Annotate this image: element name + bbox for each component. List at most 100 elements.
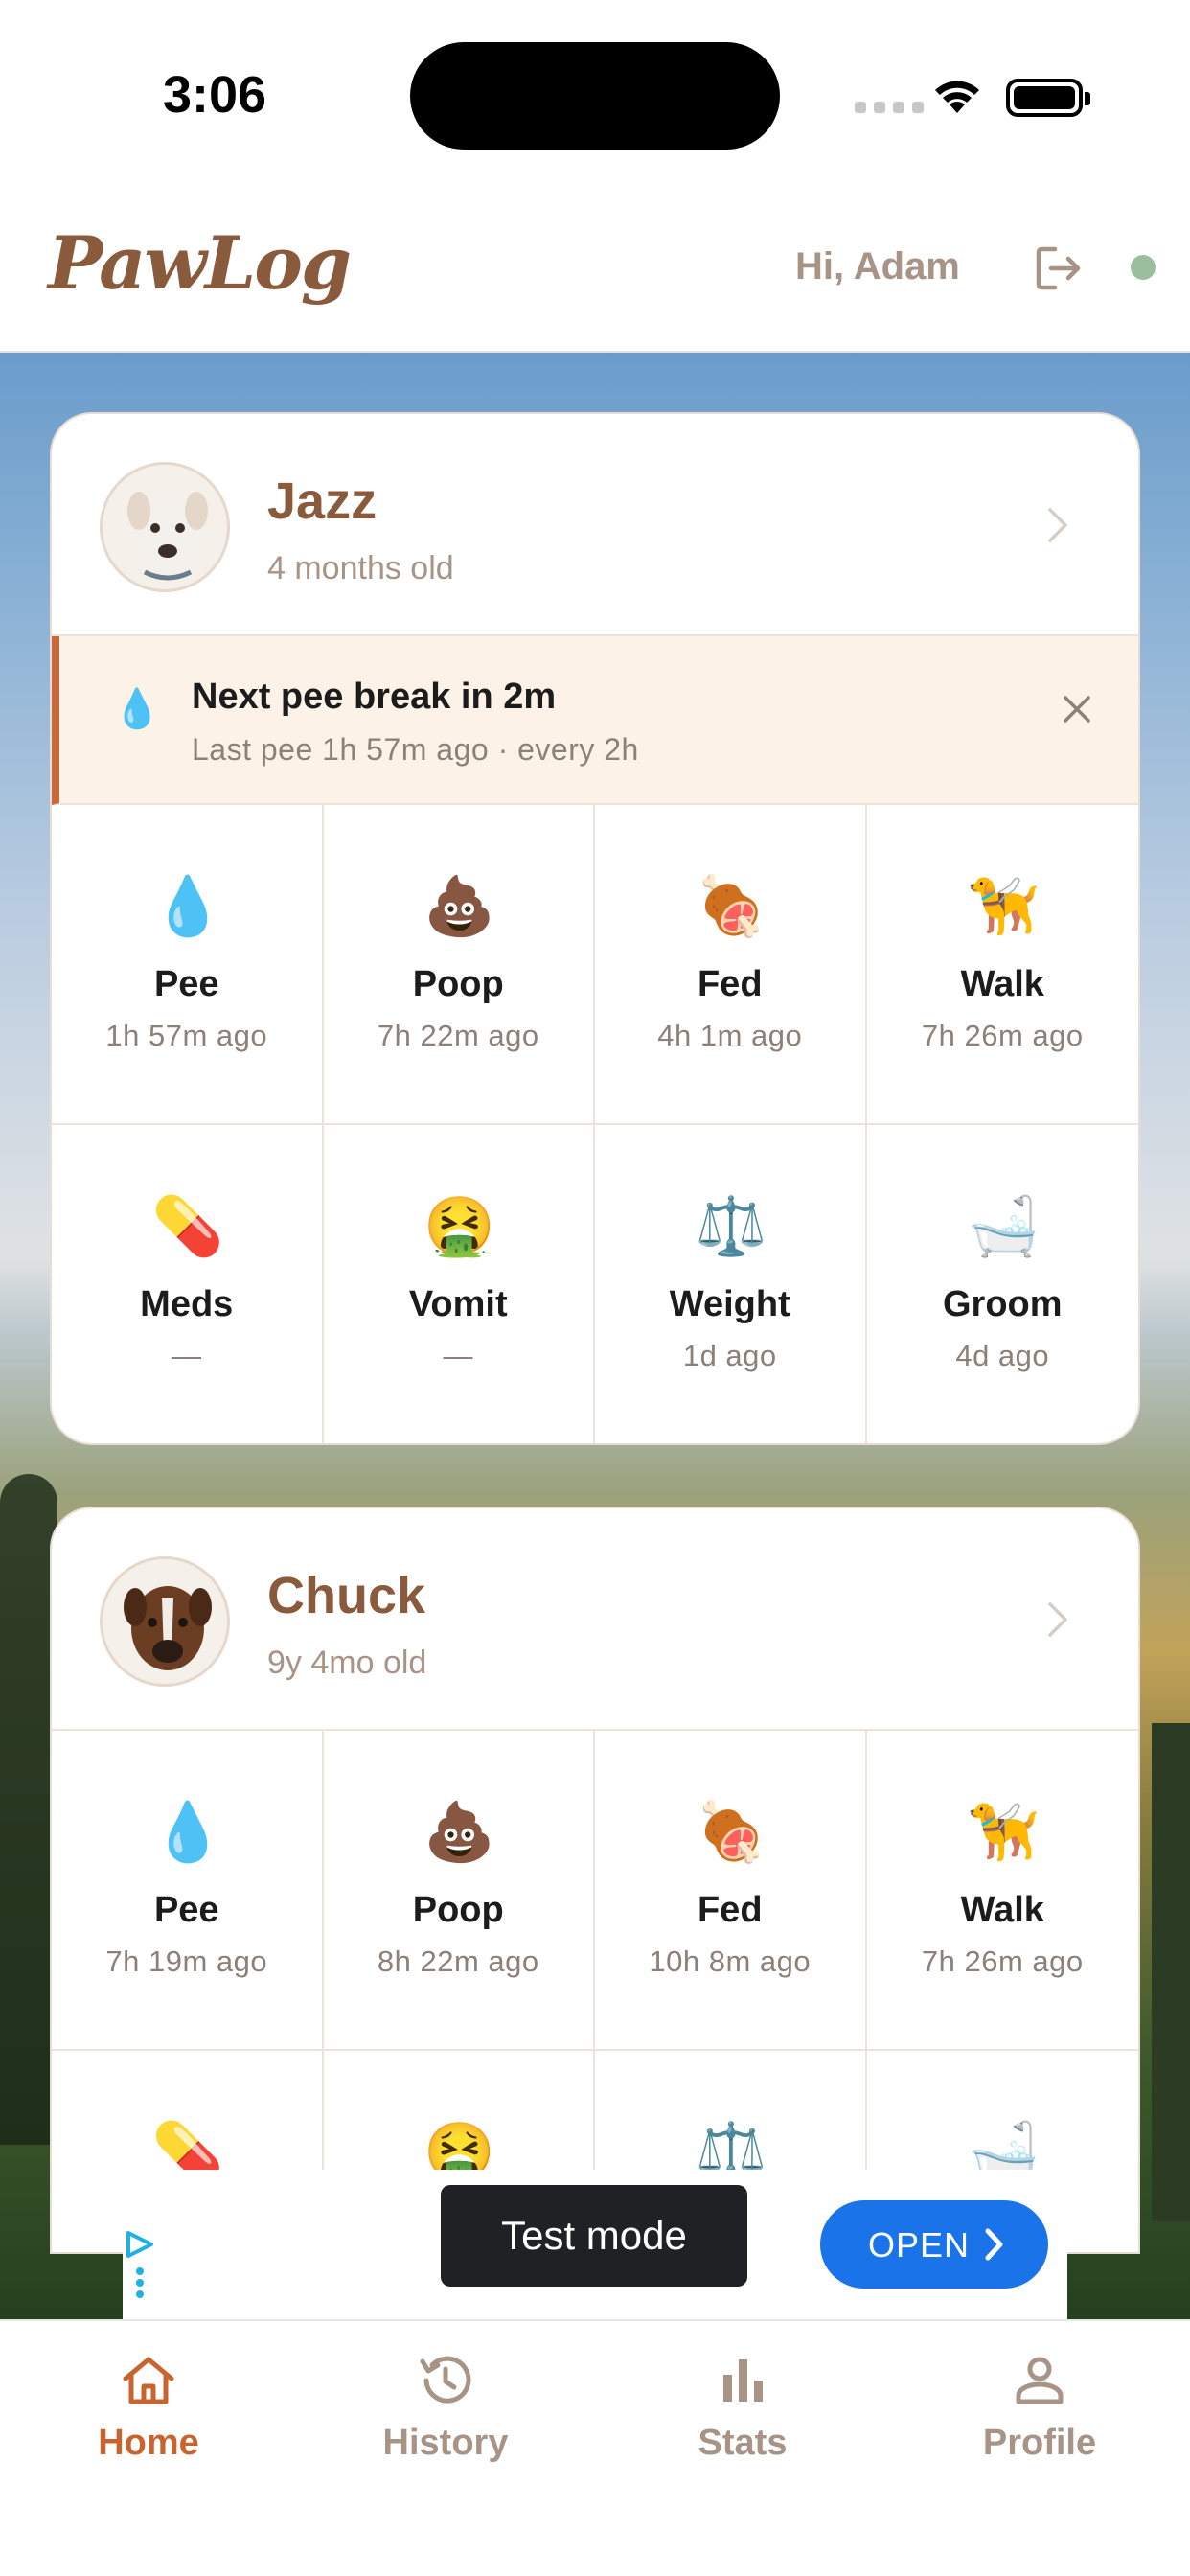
status-time: 3:06 [163, 66, 267, 124]
nav-label: Profile [982, 2423, 1097, 2463]
tile-last-time: — [172, 1339, 202, 1372]
alert-title: Next pee break in 2m [192, 677, 557, 717]
tile-vomit[interactable]: 🤮 [324, 2051, 595, 2185]
close-icon[interactable] [1058, 690, 1096, 728]
tile-last-time: 1d ago [682, 1339, 777, 1372]
scale-icon: ⚖️ [695, 1194, 767, 1258]
nav-history[interactable]: History [297, 2350, 594, 2464]
tile-fed[interactable]: 🍖 Fed 10h 8m ago [595, 1731, 867, 2051]
tile-pee[interactable]: 💧 Pee 1h 57m ago [52, 805, 324, 1125]
tile-poop[interactable]: 💩 Poop 8h 22m ago [323, 1731, 595, 2051]
online-status-dot [1131, 255, 1156, 280]
dog-icon: 🦮 [968, 874, 1040, 938]
chevron-right-icon [1048, 1602, 1067, 1637]
pet-name: Jazz [267, 472, 378, 530]
tile-pee[interactable]: 💧 Pee 7h 19m ago [52, 1731, 324, 2051]
meat-icon: 🍖 [695, 1800, 767, 1864]
tile-walk[interactable]: 🦮 Walk 7h 26m ago [866, 805, 1138, 1125]
droplet-icon: 💧 [151, 874, 224, 938]
poop-icon: 💩 [423, 1800, 495, 1864]
nav-stats[interactable]: Stats [594, 2350, 891, 2464]
stats-icon [723, 2359, 763, 2402]
vomit-icon: 🤮 [423, 1194, 495, 1258]
tile-fed[interactable]: 🍖 Fed 4h 1m ago [595, 805, 867, 1125]
tile-walk[interactable]: 🦮 Walk 7h 26m ago [866, 1731, 1138, 2051]
wifi-icon [935, 80, 979, 113]
ad-banner[interactable]: Test mode OPEN [123, 2170, 1067, 2319]
tile-meds[interactable]: 💊 Meds — [52, 1125, 324, 1443]
tile-last-time: — [443, 1339, 473, 1372]
nav-label: History [382, 2423, 509, 2463]
profile-icon [1016, 2357, 1064, 2404]
tile-label: Walk [960, 1890, 1044, 1930]
tile-label: Pee [153, 964, 219, 1004]
tile-poop[interactable]: 💩 Poop 7h 22m ago [323, 805, 595, 1125]
avatar [100, 1556, 230, 1687]
home-indicator [403, 2540, 787, 2553]
tile-label: Weight [669, 1284, 790, 1324]
tile-groom[interactable]: 🛁 Groom 4d ago [867, 1125, 1139, 1443]
bottom-nav: Home History Stats Profile [0, 2319, 1190, 2576]
nav-label: Stats [698, 2423, 788, 2463]
tile-label: Poop [412, 964, 504, 1004]
pet-age: 4 months old [267, 550, 454, 586]
tile-meds[interactable]: 💊 [52, 2051, 324, 2185]
tile-last-time: 8h 22m ago [377, 1944, 539, 1978]
poop-icon: 💩 [423, 874, 495, 938]
ad-open-button[interactable]: OPEN [820, 2200, 1048, 2288]
avatar [100, 462, 230, 592]
pet-age: 9y 4mo old [267, 1644, 427, 1681]
tile-label: Pee [153, 1890, 219, 1930]
bathtub-icon: 🛁 [968, 1194, 1040, 1258]
tile-last-time: 7h 19m ago [105, 1944, 268, 1978]
battery-icon [1006, 79, 1090, 117]
background-tree [1152, 1723, 1190, 2221]
tile-last-time: 10h 8m ago [649, 1944, 812, 1978]
dog-portrait-icon [127, 492, 208, 581]
tile-label: Poop [412, 1890, 504, 1930]
nav-profile[interactable]: Profile [891, 2350, 1188, 2464]
tile-last-time: 1h 57m ago [105, 1019, 268, 1052]
app-logo: PawLog [48, 220, 352, 306]
tile-label: Walk [960, 964, 1044, 1004]
logout-icon[interactable] [1030, 240, 1087, 297]
pet-name: Chuck [267, 1567, 426, 1624]
tile-label: Meds [140, 1284, 234, 1324]
activity-grid: 💧 Pee 1h 57m ago 💩 Poop 7h 22m ago 🍖 Fed… [52, 805, 1139, 1443]
tile-last-time: 7h 26m ago [921, 1944, 1084, 1978]
pet-card-jazz: Jazz 4 months old 💧 Next pee break in 2m… [50, 412, 1140, 1445]
dog-icon: 🦮 [968, 1800, 1040, 1864]
tile-label: Fed [697, 1890, 763, 1930]
history-icon [420, 2356, 471, 2404]
activity-grid: 💧 Pee 7h 19m ago 💩 Poop 8h 22m ago 🍖 Fed… [52, 1731, 1138, 2185]
home-icon [123, 2357, 174, 2404]
test-mode-label: Test mode [441, 2185, 747, 2287]
tile-weight[interactable]: ⚖️ [595, 2051, 867, 2185]
tile-vomit[interactable]: 🤮 Vomit — [324, 1125, 595, 1443]
tile-last-time: 7h 22m ago [377, 1019, 539, 1052]
droplet-icon: 💧 [151, 1800, 224, 1864]
pill-icon: 💊 [151, 1194, 224, 1258]
background-tree [0, 1474, 57, 2145]
nav-home[interactable]: Home [0, 2350, 297, 2464]
tile-last-time: 7h 26m ago [921, 1019, 1084, 1052]
droplet-icon: 💧 [113, 688, 161, 730]
dynamic-island [410, 42, 780, 150]
meat-icon: 🍖 [695, 874, 767, 938]
cellular-signal-icon [855, 102, 924, 113]
pet-header[interactable]: Jazz 4 months old [52, 414, 1138, 636]
pet-card-chuck: Chuck 9y 4mo old 💧 Pee 7h 19m ago 💩 Poop… [50, 1506, 1140, 2254]
tile-weight[interactable]: ⚖️ Weight 1d ago [595, 1125, 867, 1443]
tile-last-time: 4d ago [955, 1339, 1050, 1372]
user-greeting: Hi, Adam [795, 245, 960, 288]
nav-label: Home [98, 2423, 199, 2463]
tile-last-time: 4h 1m ago [657, 1019, 803, 1052]
chevron-right-icon [1048, 508, 1067, 542]
chevron-right-icon [985, 2228, 1003, 2261]
ad-choices-icon[interactable] [123, 2227, 161, 2304]
dog-portrait-icon [124, 1586, 212, 1670]
alert-subtitle: Last pee 1h 57m ago · every 2h [192, 732, 639, 767]
tile-groom[interactable]: 🛁 [867, 2051, 1139, 2185]
status-bar: 3:06 [0, 0, 1190, 192]
pet-header[interactable]: Chuck 9y 4mo old [52, 1508, 1138, 1731]
